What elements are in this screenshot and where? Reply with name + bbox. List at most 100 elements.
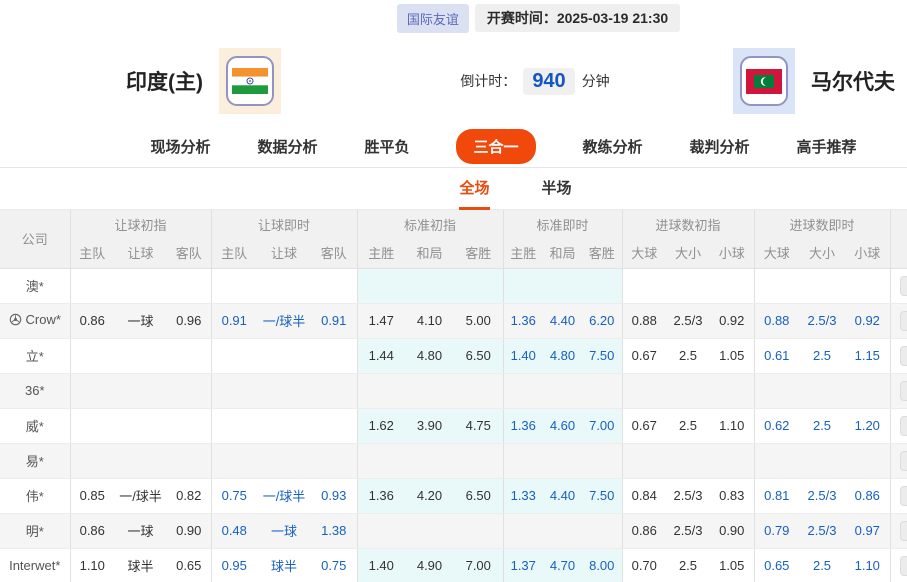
nav-tab-2[interactable]: 胜平负 — [364, 136, 409, 157]
odds-cell — [114, 373, 167, 408]
odds-cell — [503, 513, 543, 548]
odds-cell: 0.95 — [211, 548, 257, 582]
nav-tab-3[interactable]: 三合一 — [456, 129, 535, 164]
odds-cell — [311, 338, 357, 373]
row-action-button[interactable] — [900, 276, 907, 296]
nav-tab-4[interactable]: 教练分析 — [583, 136, 643, 157]
odds-cell — [543, 268, 582, 303]
odds-cell: 0.75 — [211, 478, 257, 513]
odds-cell: 0.65 — [754, 548, 799, 582]
nav-tab-1[interactable]: 数据分析 — [257, 136, 317, 157]
row-action-cell — [890, 478, 907, 513]
column-header: 和局 — [543, 238, 582, 268]
odds-cell — [405, 513, 454, 548]
odds-cell — [114, 408, 167, 443]
odds-cell — [845, 373, 890, 408]
row-action-button[interactable] — [900, 381, 907, 401]
odds-cell: 0.82 — [167, 478, 211, 513]
row-action-cell — [890, 443, 907, 478]
odds-cell: 1.15 — [845, 338, 890, 373]
league-badge[interactable]: 国际友谊 — [397, 4, 469, 33]
odds-cell: 0.91 — [311, 303, 357, 338]
period-tab-0[interactable]: 全场 — [459, 168, 489, 210]
nav-tab-6[interactable]: 高手推荐 — [797, 136, 857, 157]
odds-cell — [845, 443, 890, 478]
odds-cell — [454, 513, 503, 548]
odds-cell: 一/球半 — [257, 478, 311, 513]
odds-cell — [582, 268, 622, 303]
countdown-value: 940 — [523, 68, 574, 95]
odds-cell: 0.81 — [754, 478, 799, 513]
odds-cell — [454, 443, 503, 478]
odds-cell: 0.97 — [845, 513, 890, 548]
row-action-button[interactable] — [900, 486, 907, 506]
odds-cell: 1.36 — [503, 303, 543, 338]
kickoff-time-badge: 开赛时间：2025-03-19 21:30 — [475, 4, 680, 32]
odds-cell: 6.20 — [582, 303, 622, 338]
odds-cell: 2.5/3 — [666, 513, 710, 548]
odds-cell: 一球 — [257, 513, 311, 548]
company-cell: 伟* — [0, 478, 70, 513]
group-header-5: 进球数即时 — [754, 210, 890, 238]
odds-cell: 球半 — [257, 548, 311, 582]
company-cell: Crow* — [0, 303, 70, 338]
row-action-button[interactable] — [900, 346, 907, 366]
group-header-3: 标准即时 — [503, 210, 622, 238]
company-cell: 立* — [0, 338, 70, 373]
maldives-flag — [733, 48, 795, 114]
odds-cell: 0.88 — [622, 303, 666, 338]
odds-cell: 5.00 — [454, 303, 503, 338]
column-header: 小球 — [710, 238, 754, 268]
row-action-button[interactable] — [900, 416, 907, 436]
row-action-button[interactable] — [900, 556, 907, 576]
company-cell: 威* — [0, 408, 70, 443]
odds-cell — [503, 268, 543, 303]
odds-cell — [167, 443, 211, 478]
row-action-button[interactable] — [900, 451, 907, 471]
odds-cell — [622, 373, 666, 408]
odds-cell — [257, 268, 311, 303]
nav-tab-0[interactable]: 现场分析 — [150, 136, 210, 157]
odds-cell: 0.67 — [622, 338, 666, 373]
column-header: 主胜 — [357, 238, 405, 268]
odds-cell: 1.10 — [70, 548, 114, 582]
column-header: 让球 — [114, 238, 167, 268]
nav-tab-5[interactable]: 裁判分析 — [690, 136, 750, 157]
soccer-ball-icon — [9, 313, 22, 326]
odds-cell — [799, 373, 845, 408]
table-row: 威*1.623.904.751.364.607.000.672.51.100.6… — [0, 408, 907, 443]
company-cell: 澳* — [0, 268, 70, 303]
odds-cell — [754, 268, 799, 303]
period-tab-1[interactable]: 半场 — [542, 168, 572, 210]
odds-cell: 0.83 — [710, 478, 754, 513]
odds-cell: 1.40 — [503, 338, 543, 373]
odds-cell: 1.33 — [503, 478, 543, 513]
odds-cell — [167, 338, 211, 373]
company-cell: 36* — [0, 373, 70, 408]
row-action-button[interactable] — [900, 311, 907, 331]
odds-cell — [211, 443, 257, 478]
odds-cell — [311, 373, 357, 408]
odds-cell — [311, 408, 357, 443]
odds-cell: 0.70 — [622, 548, 666, 582]
odds-cell — [754, 443, 799, 478]
company-column-header: 公司 — [0, 210, 70, 268]
company-name: 澳* — [26, 276, 44, 295]
odds-cell: 4.75 — [454, 408, 503, 443]
company-cell: 明* — [0, 513, 70, 548]
odds-cell: 1.20 — [845, 408, 890, 443]
odds-cell: 7.00 — [582, 408, 622, 443]
odds-cell: 一/球半 — [114, 478, 167, 513]
row-action-button[interactable] — [900, 521, 907, 541]
odds-cell — [503, 443, 543, 478]
company-name: Crow* — [26, 312, 61, 327]
home-team-name: 印度(主) — [126, 66, 203, 96]
odds-cell: 4.60 — [543, 408, 582, 443]
odds-cell: 7.00 — [454, 548, 503, 582]
odds-cell — [454, 268, 503, 303]
odds-cell: 0.86 — [70, 513, 114, 548]
odds-cell: 1.62 — [357, 408, 405, 443]
odds-cell: 1.37 — [503, 548, 543, 582]
odds-cell: 1.38 — [311, 513, 357, 548]
odds-cell — [710, 268, 754, 303]
